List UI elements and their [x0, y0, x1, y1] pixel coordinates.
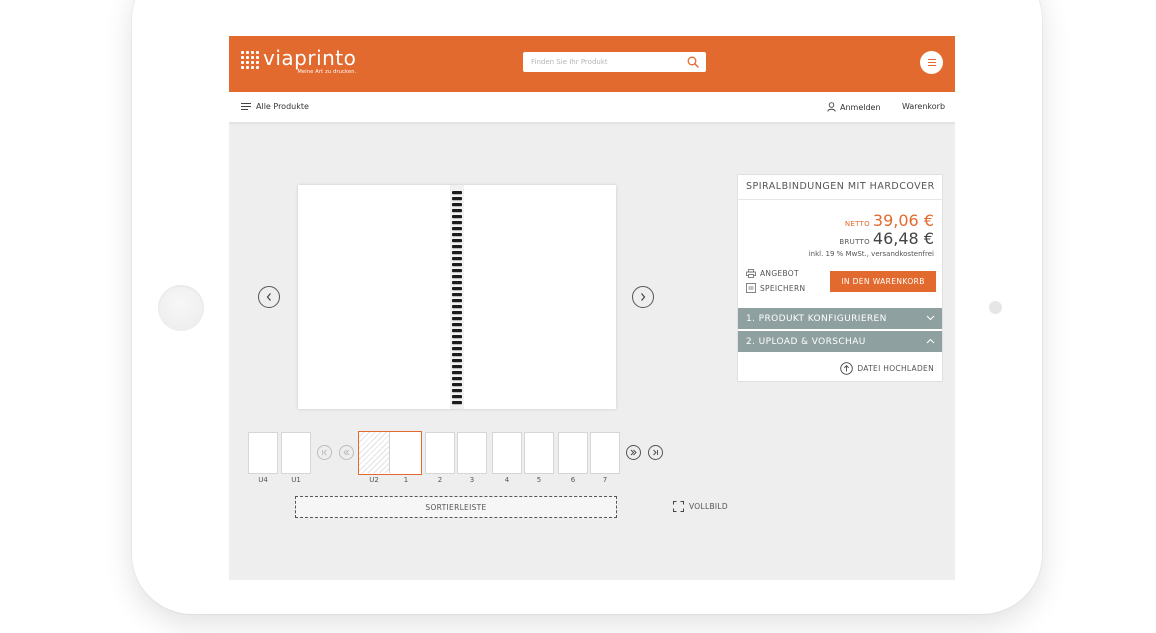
save-link[interactable]: SPEICHERN	[746, 283, 805, 293]
thumbnail-label: 2	[437, 476, 443, 484]
add-to-cart-button[interactable]: IN DEN WARENKORB	[830, 271, 936, 292]
thumbnail-u4[interactable]	[248, 432, 278, 474]
sub-navigation: Alle Produkte Anmelden Warenkorb	[229, 92, 955, 123]
search-box	[523, 52, 706, 72]
net-price-label: NETTO	[844, 220, 870, 228]
configure-product-label: 1. PRODUKT KONFIGURIEREN	[746, 313, 887, 324]
chevron-left-icon	[266, 293, 271, 301]
header-bar: viaprinto Meine Art zu drucken.	[229, 36, 955, 92]
thumbnail-label: 5	[536, 476, 542, 484]
next-page-button[interactable]	[632, 286, 654, 308]
tablet-camera	[989, 301, 1002, 314]
last-page-button[interactable]	[648, 445, 663, 460]
double-chevron-left-icon	[343, 449, 350, 456]
upload-preview-accordion[interactable]: 2. UPLOAD & VORSCHAU	[738, 331, 942, 352]
chevron-right-icon	[641, 293, 646, 301]
thumbnail-page-2[interactable]	[425, 432, 455, 474]
menu-button[interactable]	[920, 51, 943, 74]
thumbnail-page-3[interactable]	[457, 432, 487, 474]
thumbnail-u1[interactable]	[281, 432, 311, 474]
hatched-page	[359, 432, 390, 473]
login-label: Anmelden	[840, 102, 881, 112]
last-page-icon	[653, 449, 658, 456]
upload-file-link[interactable]: DATEI HOCHLADEN	[840, 362, 934, 375]
thumbnail-label: 6	[570, 476, 576, 484]
gross-price-row: BRUTTO 46,48 €	[839, 229, 934, 248]
upload-file-label: DATEI HOCHLADEN	[857, 364, 934, 373]
thumbnail-label: 1	[403, 476, 409, 484]
thumbnail-page-7[interactable]	[590, 432, 620, 474]
thumbnail-label: 7	[602, 476, 608, 484]
sort-bar[interactable]: SORTIERLEISTE	[295, 496, 617, 518]
user-icon	[827, 102, 836, 112]
chevron-down-icon	[926, 315, 935, 321]
previous-page-button[interactable]	[258, 286, 280, 308]
net-price: 39,06 €	[872, 211, 934, 230]
thumbnail-label: 4	[504, 476, 510, 484]
logo[interactable]: viaprinto Meine Art zu drucken.	[241, 48, 356, 75]
thumbnail-label: U4	[258, 476, 268, 484]
fullscreen-button[interactable]: VOLLBILD	[673, 501, 728, 512]
cart-link[interactable]: Warenkorb	[902, 102, 945, 111]
first-page-icon	[322, 449, 327, 456]
search-input[interactable]	[523, 52, 681, 72]
next-spread-button[interactable]	[626, 445, 641, 460]
save-label: SPEICHERN	[760, 283, 806, 293]
thumbnail-selected-spread[interactable]	[358, 431, 422, 475]
logo-name: viaprinto	[263, 46, 357, 70]
thumbnail-page-4[interactable]	[492, 432, 522, 474]
vat-note: inkl. 19 % MwSt., versandkostenfrei	[808, 250, 934, 258]
upload-icon	[840, 362, 854, 375]
offer-label: ANGEBOT	[760, 269, 799, 278]
save-icon	[746, 283, 756, 293]
thumbnail-label: U1	[291, 476, 301, 484]
printer-icon	[746, 269, 756, 278]
previous-spread-button[interactable]	[339, 445, 354, 460]
thumbnail-label: 3	[469, 476, 475, 484]
fullscreen-icon	[673, 501, 684, 512]
product-panel: SPIRALBINDUNGEN MIT HARDCOVER NETTO 39,0…	[737, 174, 943, 382]
spiral-binding-icon	[450, 185, 464, 409]
thumbnail-page-6[interactable]	[558, 432, 588, 474]
first-page-button[interactable]	[317, 445, 332, 460]
divider	[738, 199, 942, 200]
logo-mark	[241, 51, 259, 69]
book-preview	[298, 185, 616, 409]
all-products-link[interactable]: Alle Produkte	[241, 102, 309, 111]
net-price-row: NETTO 39,06 €	[845, 211, 934, 230]
upload-preview-label: 2. UPLOAD & VORSCHAU	[746, 336, 866, 347]
all-products-label: Alle Produkte	[256, 102, 309, 111]
search-icon[interactable]	[687, 56, 699, 68]
menu-icon	[927, 58, 936, 60]
chevron-up-icon	[926, 338, 935, 344]
double-chevron-right-icon	[630, 449, 637, 456]
fullscreen-label: VOLLBILD	[689, 502, 728, 511]
tablet-home-button	[158, 285, 204, 331]
thumbnail-page-5[interactable]	[524, 432, 554, 474]
thumbnail-label: U2	[369, 476, 379, 484]
product-title: SPIRALBINDUNGEN MIT HARDCOVER	[746, 181, 935, 192]
configure-product-accordion[interactable]: 1. PRODUKT KONFIGURIEREN	[738, 308, 942, 329]
hamburger-icon	[241, 103, 251, 110]
offer-link[interactable]: ANGEBOT	[746, 269, 799, 278]
login-link[interactable]: Anmelden	[827, 102, 881, 112]
gross-price: 46,48 €	[872, 229, 934, 248]
gross-price-label: BRUTTO	[839, 238, 870, 246]
app-screen: viaprinto Meine Art zu drucken. Alle Pro…	[229, 36, 955, 580]
